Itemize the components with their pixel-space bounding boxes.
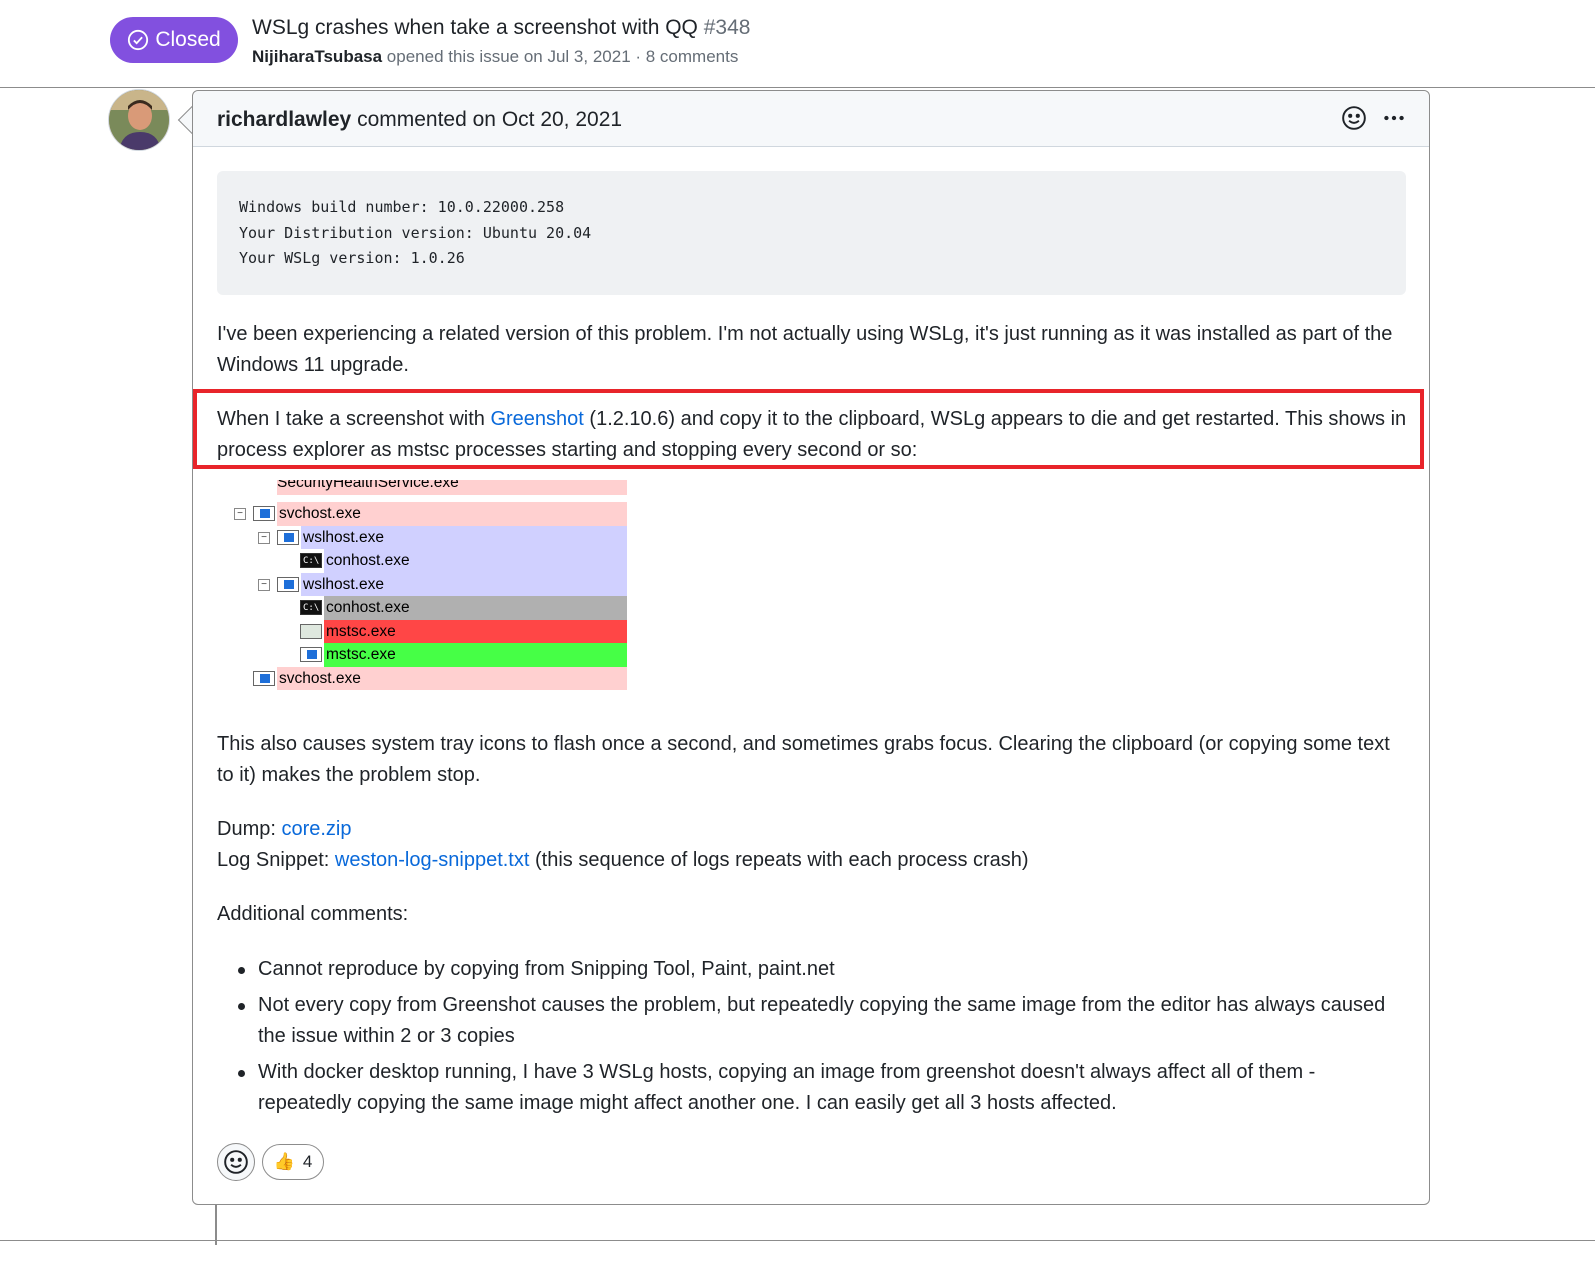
process-name: mstsc.exe [326, 646, 396, 663]
process-name: svchost.exe [279, 669, 361, 687]
collapse-icon: − [258, 531, 270, 544]
bullet-list: Cannot reproduce by copying from Snippin… [217, 954, 1412, 1124]
timeline-line [215, 1205, 217, 1245]
process-row: svchost.exe [253, 666, 627, 690]
comment-timestamp[interactable]: commented on Oct 20, 2021 [351, 108, 622, 131]
code-line: Windows build number: 10.0.22000.258 [239, 198, 565, 216]
process-row: conhost.exe [300, 549, 627, 574]
thumbs-up-reaction[interactable]: 👍 4 [262, 1144, 324, 1180]
console-icon [300, 550, 322, 574]
process-name: svchost.exe [279, 505, 361, 522]
paragraph-log: Log Snippet: weston-log-snippet.txt (thi… [217, 845, 1412, 876]
paragraph-greenshot: When I take a screenshot with Greenshot … [217, 404, 1412, 466]
issue-title-text: WSLg crashes when take a screenshot with… [252, 16, 698, 39]
process-icon [277, 576, 299, 592]
issue-header: Closed WSLg crashes when take a screensh… [0, 0, 1595, 88]
comment-actions [1341, 105, 1407, 131]
remote-desktop-icon [300, 647, 322, 662]
process-row: − svchost.exe [234, 502, 627, 526]
list-item: With docker desktop running, I have 3 WS… [217, 1057, 1412, 1120]
code-block: Windows build number: 10.0.22000.258 Your… [217, 171, 1406, 295]
check-circle-icon [128, 29, 149, 51]
issue-meta: NijiharaTsubasa opened this issue on Jul… [252, 47, 738, 67]
comment-header: richardlawley commented on Oct 20, 2021 [193, 91, 1429, 147]
smiley-icon [224, 1150, 248, 1174]
process-name: wslhost.exe [303, 575, 384, 593]
issue-title: WSLg crashes when take a screenshot with… [252, 16, 750, 40]
comment-author-link[interactable]: richardlawley [217, 108, 351, 131]
issue-state-badge: Closed [110, 17, 238, 63]
paragraph-dump: Dump: core.zip [217, 814, 1412, 845]
avatar[interactable] [108, 89, 170, 151]
collapse-icon: − [234, 508, 246, 520]
process-row: mstsc.exe [300, 643, 627, 667]
process-icon [253, 670, 275, 686]
paragraph-intro: I've been experiencing a related version… [217, 323, 1393, 376]
collapse-icon: − [258, 578, 270, 591]
code-line: Your WSLg version: 1.0.26 [239, 249, 465, 267]
list-item: Not every copy from Greenshot causes the… [217, 990, 1412, 1053]
comment-card: richardlawley commented on Oct 20, 2021 … [192, 90, 1430, 1205]
process-row: − wslhost.exe [258, 572, 627, 596]
list-item: Cannot reproduce by copying from Snippin… [217, 954, 1412, 986]
process-icon [253, 506, 275, 521]
process-row: conhost.exe [300, 596, 627, 621]
process-row: SecurityHealthService.exe [277, 480, 627, 495]
process-explorer-image: SecurityHealthService.exe − svchost.exe … [234, 480, 627, 699]
para2-before: When I take a screenshot with [217, 408, 491, 430]
process-name: conhost.exe [326, 599, 410, 616]
smiley-icon[interactable] [1341, 105, 1367, 131]
kebab-icon[interactable] [1381, 105, 1407, 131]
dump-link[interactable]: core.zip [281, 818, 351, 840]
issue-meta-text: opened this issue on Jul 3, 2021 · 8 com… [382, 47, 739, 66]
process-name: SecurityHealthService.exe [277, 480, 459, 491]
issue-state-label: Closed [155, 28, 221, 51]
avatar-image [109, 90, 169, 150]
process-row: − wslhost.exe [258, 525, 627, 549]
dump-label: Dump: [217, 818, 282, 840]
divider [0, 1240, 1595, 1241]
issue-number: #348 [703, 16, 751, 39]
log-after: (this sequence of logs repeats with each… [529, 849, 1029, 871]
thumbs-up-icon: 👍 [273, 1152, 295, 1171]
reaction-count: 4 [302, 1152, 313, 1171]
greenshot-link[interactable]: Greenshot [490, 408, 583, 430]
code-line: Your Distribution version: Ubuntu 20.04 [239, 223, 592, 242]
process-name: mstsc.exe [326, 622, 396, 640]
comment-author-line: richardlawley commented on Oct 20, 2021 [217, 108, 622, 132]
add-reaction-button[interactable] [217, 1143, 255, 1181]
remote-desktop-icon [300, 623, 322, 639]
process-row: mstsc.exe [300, 619, 627, 643]
log-snippet-link[interactable]: weston-log-snippet.txt [335, 849, 530, 871]
paragraph-additional: Additional comments: [217, 903, 409, 925]
paragraph-tray-icons: This also causes system tray icons to fl… [217, 733, 1390, 786]
process-icon [277, 529, 299, 545]
log-label: Log Snippet: [217, 849, 335, 871]
process-name: wslhost.exe [303, 528, 384, 546]
issue-author-link[interactable]: NijiharaTsubasa [252, 47, 382, 66]
process-name: conhost.exe [326, 552, 410, 569]
console-icon [300, 597, 322, 621]
